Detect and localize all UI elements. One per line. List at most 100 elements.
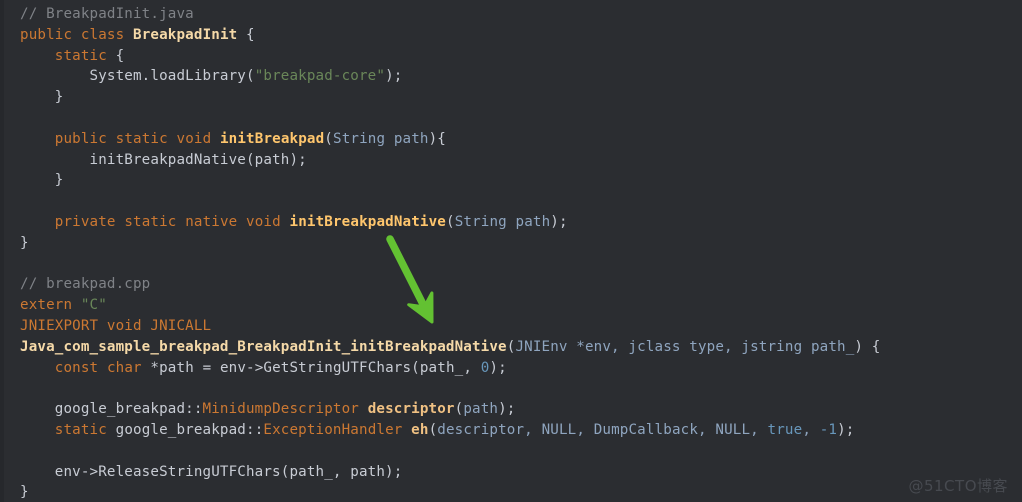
code-token: // BreakpadInit.java [20,6,194,22]
code-line-20[interactable]: google_breakpad::MinidumpDescriptor desc… [0,399,1022,420]
code-line-10[interactable] [0,191,1022,212]
code-token: public [20,26,73,43]
code-line-8[interactable]: initBreakpadNative(path); [0,150,1022,171]
code-line-6[interactable] [0,108,1022,129]
code-token: // breakpad.cpp [20,276,151,293]
code-line-22[interactable] [0,441,1022,462]
code-token: ); [385,68,403,85]
code-line-17[interactable]: Java_com_sample_breakpad_BreakpadInit_in… [0,337,1022,358]
code-token: native [185,213,238,230]
code-token: Java_com_sample_breakpad_BreakpadInit_in… [20,338,507,355]
code-token: void [246,213,281,230]
code-token: void [176,130,212,147]
code-token: initBreakpadNative [289,213,446,230]
code-token: google_breakpad:: [106,421,264,438]
code-line-12[interactable]: } [0,233,1022,254]
code-token: JNIEnv *env, jclass type, jstring path_ [515,338,855,355]
code-token: ( [324,130,333,147]
code-token: ) { [854,338,881,355]
code-line-14[interactable]: // breakpad.cpp [0,274,1022,295]
code-token: } [20,484,29,501]
code-line-3[interactable]: static { [0,46,1022,67]
code-token: ){ [428,130,446,147]
code-token: "C" [80,297,107,314]
code-token: -1 [819,421,838,438]
code-token: "breakpad-core" [254,68,386,85]
code-token: static [54,47,107,64]
code-token: ); [498,401,516,418]
code-token: ); [489,359,507,376]
code-line-5[interactable]: } [0,87,1022,108]
code-token: } [20,172,64,189]
code-token: ( [445,213,455,230]
code-token: } [20,234,29,251]
code-line-2[interactable]: public class BreakpadInit { [0,25,1022,46]
code-token: descriptor, NULL, DumpCallback, NULL, [437,421,768,438]
code-line-23[interactable]: env->ReleaseStringUTFChars(path_, path); [0,462,1022,483]
code-token: static [54,421,107,438]
code-token: class [80,26,125,43]
code-token: } [20,89,64,106]
code-token: env->ReleaseStringUTFChars(path_, path); [20,463,403,480]
code-token: JNIEXPORT void JNICALL [20,317,212,334]
code-token: String path [333,130,429,147]
code-token: path [463,401,499,418]
code-line-11[interactable]: private static native void initBreakpadN… [0,212,1022,233]
code-token: *path = env->GetStringUTFChars(path_, [141,359,481,376]
code-token: initBreakpad [219,130,325,147]
code-token: String path [454,213,551,230]
code-token: ); [837,421,855,438]
code-token: private [54,213,116,230]
code-line-13[interactable] [0,254,1022,275]
code-line-18[interactable]: const char *path = env->GetStringUTFChar… [0,358,1022,379]
code-line-4[interactable]: System.loadLibrary("breakpad-core"); [0,66,1022,87]
code-token: { [237,26,255,43]
code-token: char [106,359,142,376]
code-token: static [115,130,168,147]
code-line-1[interactable]: // BreakpadInit.java [0,4,1022,25]
code-block[interactable]: // BreakpadInit.java public class Breakpa… [0,0,1022,502]
code-token: public [54,130,107,147]
code-line-16[interactable]: JNIEXPORT void JNICALL [0,316,1022,337]
code-token: , [802,421,820,438]
code-token: eh [411,421,429,438]
code-screenshot: // BreakpadInit.java public class Breakpa… [0,0,1022,502]
code-token: const [54,359,99,376]
code-line-21[interactable]: static google_breakpad::ExceptionHandler… [0,420,1022,441]
code-token: ExceptionHandler [263,421,403,438]
code-token: ); [550,213,568,230]
watermark-label: @51CTO博客 [908,477,1008,495]
code-token: google_breakpad:: [20,401,203,418]
code-token: true [767,421,803,438]
code-line-24[interactable]: } [0,482,1022,502]
code-token: MinidumpDescriptor [202,401,359,418]
code-token: descriptor [367,401,455,418]
code-token: ( [454,401,464,418]
code-token: BreakpadInit [133,26,238,43]
code-token: extern [20,297,73,314]
code-line-7[interactable]: public static void initBreakpad(String p… [0,129,1022,150]
code-token: initBreakpadNative(path); [20,151,307,168]
code-line-15[interactable]: extern "C" [0,295,1022,316]
code-line-19[interactable] [0,378,1022,399]
code-token: static [124,213,177,230]
code-token: { [106,47,125,64]
code-line-9[interactable]: } [0,170,1022,191]
